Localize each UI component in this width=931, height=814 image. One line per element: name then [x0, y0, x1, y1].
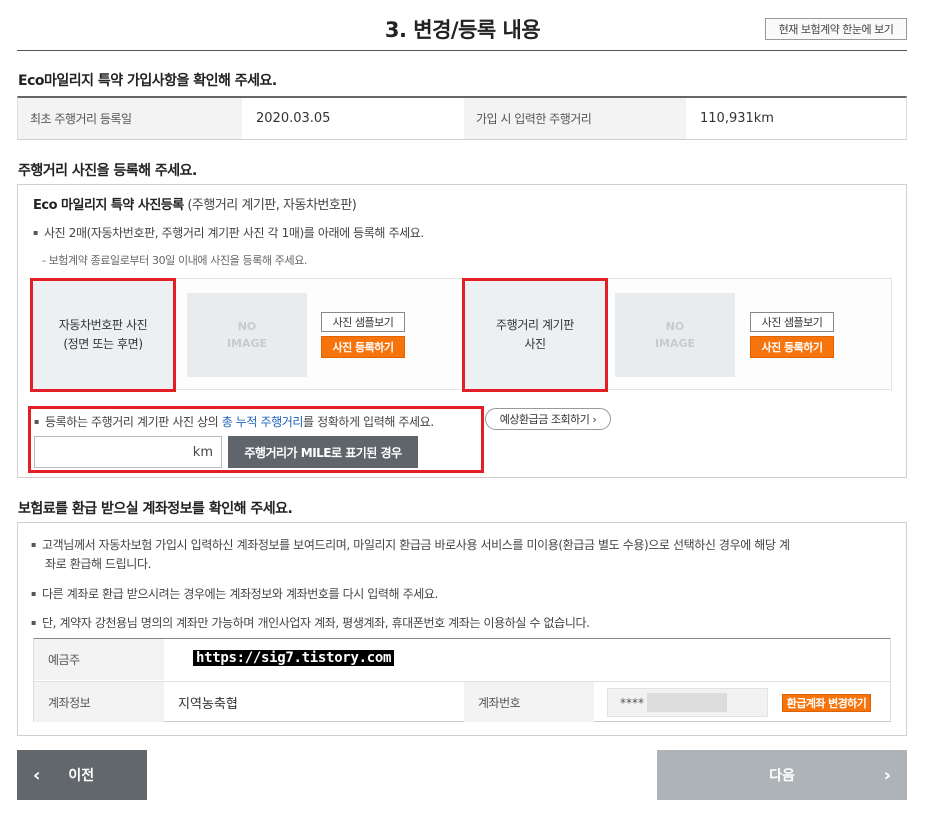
- account-info-line2: 다른 계좌로 환급 받으시려는 경우에는 계좌정보와 계좌번호를 다시 입력해 …: [31, 585, 438, 602]
- account-table: 예금주 https://sig7.tistory.com 계좌정보 지역농축협 …: [33, 638, 891, 722]
- watermark: https://sig7.tistory.com: [193, 650, 395, 666]
- plate-noimg-line2: IMAGE: [226, 337, 268, 350]
- bank-value: 지역농축협: [178, 696, 238, 712]
- odometer-photo-placeholder: NO IMAGE: [615, 293, 735, 377]
- next-label: 다음: [769, 768, 795, 784]
- photo-register-panel: Eco 마일리지 특약 사진등록 (주행거리 계기판, 자동차번호판) 사진 2…: [17, 184, 907, 478]
- contract-summary-button[interactable]: 현재 보험계약 한눈에 보기: [765, 18, 907, 40]
- photo-subtitle-note: (주행거리 계기판, 자동차번호판): [183, 198, 357, 213]
- plate-label-line2: (정면 또는 후면): [63, 337, 143, 351]
- bank-label: 계좌정보: [34, 682, 164, 722]
- photo-heading: 주행거리 사진을 등록해 주세요.: [18, 163, 197, 179]
- plate-photo-slot[interactable]: 자동차번호판 사진 (정면 또는 후면): [30, 278, 176, 392]
- account-panel: 고객님께서 자동차보험 가입시 입력하신 계좌정보를 보여드리며, 마일리지 환…: [17, 522, 907, 736]
- expected-refund-button[interactable]: 예상환급금 조회하기 ›: [485, 408, 611, 430]
- eco-info-table: 최초 주행거리 등록일 2020.03.05 가입 시 입력한 주행거리 110…: [17, 96, 907, 140]
- mile-unit-button[interactable]: 주행거리가 MILE로 표기된 경우: [228, 436, 418, 468]
- account-info-line3: 단, 계약자 강천용님 명의의 계좌만 가능하며 개인사업자 계좌, 평생계좌,…: [31, 614, 590, 631]
- account-info-line1: 고객님께서 자동차보험 가입시 입력하신 계좌정보를 보여드리며, 마일리지 환…: [31, 536, 790, 553]
- odometer-photo-slot[interactable]: 주행거리 계기판 사진: [462, 278, 608, 392]
- chevron-right-icon: ›: [883, 764, 891, 786]
- holder-label: 예금주: [34, 639, 164, 680]
- photo-deadline-note: 보험계약 종료일로부터 30일 이내에 사진을 등록해 주세요.: [42, 252, 308, 268]
- account-heading: 보험료를 환급 받으실 계좌정보를 확인해 주세요.: [18, 501, 293, 517]
- account-number-label: 계좌번호: [464, 682, 594, 722]
- account-holder-row: 예금주 https://sig7.tistory.com: [34, 639, 890, 680]
- first-reg-value: 2020.03.05: [242, 98, 464, 139]
- eco-info-heading: Eco마일리지 특약 가입사항을 확인해 주세요.: [18, 73, 277, 89]
- photo-instruction: 사진 2매(자동차번호판, 주행거리 계기판 사진 각 1매)를 아래에 등록해…: [33, 224, 424, 241]
- photo-upload-area: 자동차번호판 사진 (정면 또는 후면) NO IMAGE 사진 샘플보기 사진…: [30, 278, 892, 392]
- account-info-line1-cont: 좌로 환급해 드립니다.: [45, 557, 152, 571]
- account-number-row: 계좌정보 지역농축협 계좌번호 **** 환급계좌 변경하기: [34, 681, 890, 722]
- odo-noimg-line2: IMAGE: [654, 337, 696, 350]
- odo-noimg-line1: NO: [665, 320, 685, 333]
- odometer-sample-button[interactable]: 사진 샘플보기: [750, 312, 834, 332]
- mileage-km-input[interactable]: km: [34, 436, 222, 468]
- odo-label-line2: 사진: [524, 337, 546, 351]
- entered-mileage-label: 가입 시 입력한 주행거리: [464, 98, 686, 139]
- account-number-blur: [647, 693, 727, 712]
- plate-photo-placeholder: NO IMAGE: [187, 293, 307, 377]
- first-reg-label: 최초 주행거리 등록일: [18, 98, 242, 139]
- plate-sample-button[interactable]: 사진 샘플보기: [321, 312, 405, 332]
- title-divider: [17, 50, 907, 51]
- odometer-upload-button[interactable]: 사진 등록하기: [750, 336, 834, 358]
- entered-mileage-value: 110,931km: [686, 98, 906, 139]
- mileage-instruction-highlight: 총 누적 주행거리: [221, 415, 304, 429]
- odo-label-line1: 주행거리 계기판: [496, 318, 574, 332]
- chevron-left-icon: ‹: [33, 764, 41, 786]
- mileage-input-group: 등록하는 주행거리 계기판 사진 상의 총 누적 주행거리를 정확하게 입력해 …: [28, 406, 484, 473]
- km-unit: km: [192, 444, 213, 460]
- photo-subtitle: Eco 마일리지 특약 사진등록 (주행거리 계기판, 자동차번호판): [33, 194, 357, 213]
- plate-label-line1: 자동차번호판 사진: [58, 318, 148, 332]
- plate-noimg-line1: NO: [237, 320, 257, 333]
- mileage-instruction-post: 를 정확하게 입력해 주세요.: [303, 415, 434, 429]
- next-button[interactable]: 다음 ›: [657, 750, 907, 800]
- account-number-masked: ****: [620, 695, 644, 710]
- photo-subtitle-main: Eco 마일리지 특약 사진등록: [33, 198, 184, 213]
- account-number-field: ****: [607, 688, 768, 717]
- prev-button[interactable]: ‹ 이전: [17, 750, 147, 800]
- change-account-button[interactable]: 환급계좌 변경하기: [782, 694, 871, 712]
- mileage-instruction-pre: 등록하는 주행거리 계기판 사진 상의: [45, 415, 222, 429]
- mileage-instruction: 등록하는 주행거리 계기판 사진 상의 총 누적 주행거리를 정확하게 입력해 …: [34, 413, 434, 430]
- prev-label: 이전: [68, 768, 95, 784]
- plate-upload-button[interactable]: 사진 등록하기: [321, 336, 405, 358]
